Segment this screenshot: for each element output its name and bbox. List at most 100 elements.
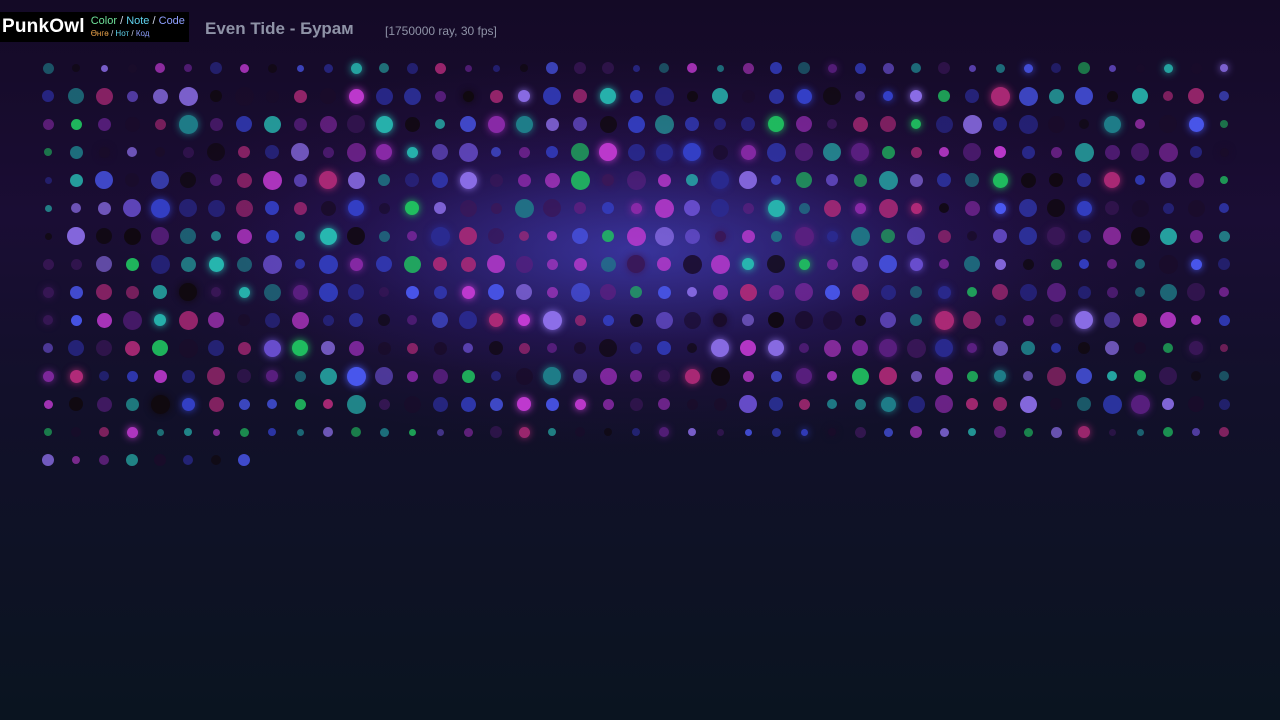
light-dot	[487, 115, 505, 133]
light-dot	[766, 142, 786, 162]
light-dot	[794, 226, 814, 246]
light-dot	[236, 116, 252, 132]
light-dot	[72, 64, 80, 72]
light-dot	[1135, 119, 1145, 129]
light-dot	[350, 62, 362, 74]
light-dot	[1023, 371, 1033, 381]
light-dot	[1220, 176, 1228, 184]
light-dot	[939, 259, 949, 269]
light-dot	[966, 370, 978, 382]
light-dot	[658, 398, 670, 410]
light-dot	[964, 256, 980, 272]
light-dot	[771, 175, 781, 185]
light-dot	[69, 369, 83, 383]
light-dot	[43, 315, 53, 325]
light-dot	[72, 456, 80, 464]
light-dot	[852, 340, 868, 356]
light-dot	[880, 116, 896, 132]
light-dot	[1076, 200, 1092, 216]
light-dot	[600, 284, 616, 300]
light-dot	[432, 144, 448, 160]
light-dot	[42, 258, 54, 270]
light-dot	[627, 255, 645, 273]
light-dot	[655, 143, 673, 161]
light-dot	[379, 287, 389, 297]
light-dot	[406, 370, 418, 382]
light-dot	[1049, 173, 1063, 187]
light-dot	[739, 283, 757, 301]
light-dot	[375, 87, 393, 105]
light-dot	[654, 226, 674, 246]
light-dot	[265, 89, 279, 103]
light-dot	[100, 64, 108, 72]
light-dot	[265, 229, 279, 243]
light-dot	[964, 200, 980, 216]
light-dot	[239, 63, 249, 73]
light-dot	[574, 398, 586, 410]
light-dot	[234, 86, 254, 106]
light-dot	[432, 312, 448, 328]
light-dot	[318, 282, 338, 302]
light-dot	[824, 284, 840, 300]
light-dot	[515, 255, 533, 273]
light-dot	[627, 115, 645, 133]
light-dot	[967, 287, 977, 297]
light-dot	[629, 313, 643, 327]
light-dot	[1018, 114, 1038, 134]
light-dot	[184, 428, 192, 436]
light-dot	[235, 199, 253, 217]
light-dot	[545, 117, 559, 131]
light-dot	[547, 231, 557, 241]
light-dot	[548, 428, 556, 436]
light-dot	[1077, 229, 1091, 243]
light-dot	[459, 227, 477, 245]
light-dot	[629, 397, 643, 411]
light-dot	[543, 367, 561, 385]
light-dot	[740, 144, 756, 160]
light-dot	[518, 314, 530, 326]
light-dot	[630, 342, 642, 354]
light-dot	[1190, 258, 1202, 270]
light-dot	[1048, 88, 1064, 104]
light-dot	[436, 428, 444, 436]
light-dot	[742, 258, 754, 270]
light-dot	[379, 63, 389, 73]
light-dot	[1021, 341, 1035, 355]
light-dot	[238, 454, 250, 466]
light-dot	[768, 116, 784, 132]
light-dot	[293, 173, 307, 187]
light-dot	[602, 230, 614, 242]
light-dot	[403, 395, 421, 413]
light-dot	[657, 341, 671, 355]
light-dot	[684, 200, 700, 216]
light-dot	[630, 370, 642, 382]
light-dot	[124, 340, 140, 356]
light-dot	[798, 398, 810, 410]
light-dot	[403, 87, 421, 105]
light-dot	[1051, 343, 1061, 353]
light-dot	[659, 427, 669, 437]
light-dot	[800, 428, 808, 436]
light-dot	[713, 313, 727, 327]
light-dot	[599, 339, 617, 357]
light-dot	[742, 202, 754, 214]
light-dot	[406, 342, 418, 354]
light-dot	[968, 428, 976, 436]
light-dot	[517, 173, 531, 187]
light-dot	[880, 396, 896, 412]
light-dot	[965, 89, 979, 103]
light-dot	[711, 339, 729, 357]
light-dot	[1020, 172, 1036, 188]
light-dot	[458, 142, 478, 162]
light-dot	[1162, 398, 1174, 410]
light-dot	[323, 63, 333, 73]
light-dot	[544, 172, 560, 188]
light-dot	[1050, 146, 1062, 158]
light-dot	[630, 286, 642, 298]
light-dot	[95, 87, 113, 105]
light-dot	[823, 143, 841, 161]
light-dot	[210, 90, 222, 102]
light-dot	[95, 171, 113, 189]
light-dot	[236, 172, 252, 188]
light-dot	[962, 114, 982, 134]
